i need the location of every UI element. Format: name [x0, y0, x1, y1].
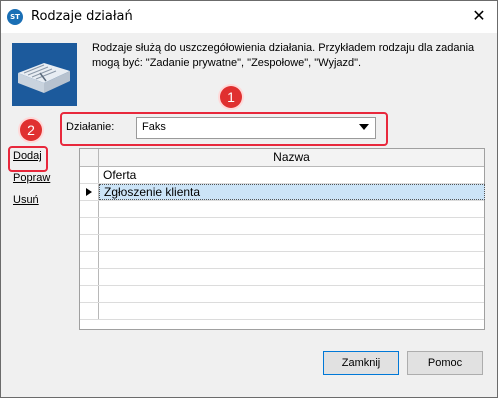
table-row[interactable] [80, 201, 484, 218]
action-label: Działanie: [66, 121, 115, 133]
dropdown-arrow-icon[interactable] [359, 124, 369, 130]
row-header[interactable] [80, 252, 99, 268]
row-header[interactable] [80, 167, 99, 183]
window-title: Rodzaje działań [31, 9, 133, 24]
row-header[interactable] [80, 235, 99, 251]
callout-badge-1: 1 [220, 86, 242, 108]
table-cell[interactable] [99, 201, 486, 217]
notebook-illustration-icon [12, 43, 77, 106]
table-row-selected[interactable]: Zgłoszenie klienta [80, 184, 485, 201]
table-cell[interactable]: Zgłoszenie klienta [99, 184, 485, 200]
row-header[interactable] [80, 286, 99, 302]
app-icon: ST [7, 9, 23, 25]
grid-header: Nazwa [80, 149, 484, 167]
table-cell[interactable]: Oferta [99, 167, 486, 183]
add-link[interactable]: Dodaj [13, 150, 42, 162]
table-row[interactable] [80, 218, 484, 235]
header-corner [80, 149, 99, 166]
table-row[interactable] [80, 303, 484, 320]
close-button[interactable]: Zamknij [323, 351, 399, 375]
current-row-pointer-icon [86, 188, 92, 196]
remove-link[interactable]: Usuń [13, 194, 39, 206]
table-cell[interactable] [99, 252, 486, 268]
column-header-name[interactable]: Nazwa [99, 150, 484, 164]
edit-link[interactable]: Popraw [13, 172, 50, 184]
table-row[interactable] [80, 269, 484, 286]
close-window-button[interactable]: ✕ [461, 1, 497, 31]
description-text: Rodzaje służą do uszczegółowienia działa… [92, 42, 475, 69]
types-grid[interactable]: Nazwa Oferta Zgłoszenie klienta [79, 148, 485, 330]
row-header[interactable] [80, 218, 99, 234]
table-cell[interactable] [99, 218, 486, 234]
row-header[interactable] [80, 184, 99, 200]
table-row[interactable]: Oferta [80, 167, 484, 184]
table-cell[interactable] [99, 286, 486, 302]
table-row[interactable] [80, 286, 484, 303]
table-cell[interactable] [99, 235, 486, 251]
action-select-value: Faks [142, 121, 166, 133]
action-select[interactable]: Faks [136, 117, 376, 139]
row-header[interactable] [80, 269, 99, 285]
row-header[interactable] [80, 303, 99, 319]
help-button[interactable]: Pomoc [407, 351, 483, 375]
table-row[interactable] [80, 235, 484, 252]
callout-badge-2: 2 [20, 119, 42, 141]
row-header[interactable] [80, 201, 99, 217]
title-bar: ST Rodzaje działań ✕ [1, 1, 497, 33]
table-cell[interactable] [99, 269, 486, 285]
table-cell[interactable] [99, 303, 486, 319]
table-row[interactable] [80, 252, 484, 269]
